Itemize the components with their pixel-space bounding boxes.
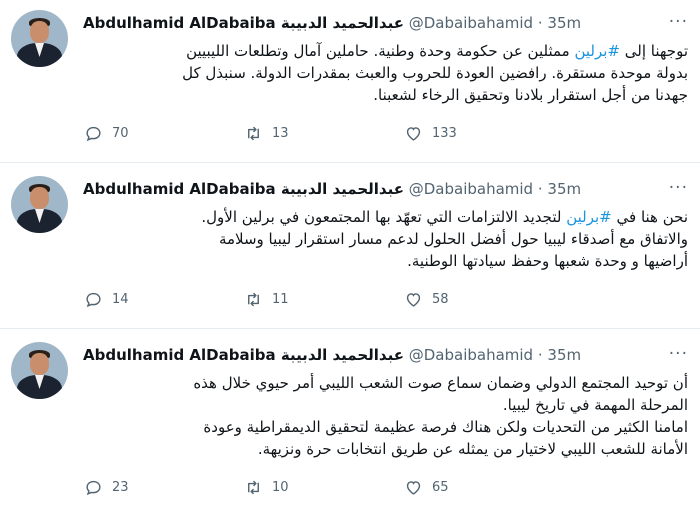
tweet[interactable]: Abdulhamid AlDabaiba عبدالحميد الدبيبة @…: [0, 0, 700, 163]
tweet-text-line: والاتفاق مع أصدقاء ليبيا حول أفضل الحلول…: [218, 230, 688, 248]
avatar[interactable]: [11, 10, 68, 67]
tweet-text-line: جهدنا من أجل استقرار بلادنا وتحقيق الرخا…: [373, 86, 688, 104]
tweet-header: Abdulhamid AlDabaiba عبدالحميد الدبيبة @…: [83, 344, 688, 366]
like-button[interactable]: 133: [404, 124, 457, 143]
reply-icon: [86, 480, 101, 496]
tweet-text-line: الأمانة للشعب الليبي لاختيار من يمثله عن…: [257, 440, 688, 458]
tweet-text: توجهنا إلى #برلين ممثلين عن حكومة وحدة و…: [84, 40, 688, 106]
like-icon: [406, 293, 421, 307]
tweet-actions: 14 11 58: [84, 290, 504, 312]
reply-icon: [86, 126, 101, 142]
tweet-text-line: المرحلة المهمة في تاريخ ليبيا.: [502, 396, 688, 414]
like-icon: [406, 127, 421, 141]
avatar[interactable]: [11, 342, 68, 399]
retweet-icon: [248, 126, 259, 141]
like-button[interactable]: 65: [404, 478, 449, 497]
tweet-header: Abdulhamid AlDabaiba عبدالحميد الدبيبة @…: [83, 178, 688, 200]
tweet[interactable]: Abdulhamid AlDabaiba عبدالحميد الدبيبة @…: [0, 332, 700, 507]
tweet[interactable]: Abdulhamid AlDabaiba عبدالحميد الدبيبة @…: [0, 166, 700, 329]
text-segment: ممثلين عن حكومة وحدة وطنية. حاملين آمال …: [186, 42, 575, 60]
tweet-text-line: بدولة موحدة مستقرة. رافضين العودة للحروب…: [182, 64, 688, 82]
text-segment: نحن هنا في: [611, 208, 689, 226]
tweet-text-line: امامنا الكثير من التحديات ولكن هناك فرصة…: [203, 418, 688, 436]
like-count: 65: [432, 480, 449, 495]
author-name[interactable]: Abdulhamid AlDabaiba عبدالحميد الدبيبة: [83, 180, 404, 198]
avatar[interactable]: [11, 176, 68, 233]
like-icon: [406, 481, 421, 495]
author-name[interactable]: Abdulhamid AlDabaiba عبدالحميد الدبيبة: [83, 14, 404, 32]
reply-count: 14: [112, 292, 129, 307]
reply-count: 23: [112, 480, 129, 495]
retweet-button[interactable]: 11: [244, 290, 289, 309]
hashtag-link[interactable]: #برلين: [574, 42, 620, 60]
tweet-text-line: أراضيها و وحدة شعبها وحفظ سيادتها الوطني…: [407, 252, 688, 270]
tweet-text-line: توجهنا إلى #برلين ممثلين عن حكومة وحدة و…: [84, 40, 688, 62]
text-segment: لتجديد الالتزامات التي تعهّد بها المجتمع…: [201, 208, 567, 226]
retweet-icon: [248, 292, 259, 307]
tweet-actions: 70 13 133: [84, 124, 504, 146]
retweet-icon: [248, 480, 259, 495]
tweet-text: نحن هنا في #برلين لتجديد الالتزامات التي…: [84, 206, 688, 272]
tweet-text-line: أن توحيد المجتمع الدولي وضمان سماع صوت ا…: [193, 374, 688, 392]
tweet-text: أن توحيد المجتمع الدولي وضمان سماع صوت ا…: [84, 372, 688, 460]
author-handle[interactable]: @Dabaibahamid: [409, 14, 533, 32]
hashtag-link[interactable]: #برلين: [566, 208, 612, 226]
reply-icon: [86, 292, 101, 308]
retweet-button[interactable]: 13: [244, 124, 289, 143]
reply-count: 70: [112, 126, 129, 141]
tweet-time[interactable]: · 35m: [538, 14, 581, 32]
more-icon[interactable]: ···: [669, 178, 688, 198]
more-icon[interactable]: ···: [669, 12, 688, 32]
reply-button[interactable]: 70: [84, 124, 129, 143]
more-icon[interactable]: ···: [669, 344, 688, 364]
author-name[interactable]: Abdulhamid AlDabaiba عبدالحميد الدبيبة: [83, 346, 404, 364]
retweet-count: 13: [272, 126, 289, 141]
tweet-header: Abdulhamid AlDabaiba عبدالحميد الدبيبة @…: [83, 12, 688, 34]
author-handle[interactable]: @Dabaibahamid: [409, 346, 533, 364]
reply-button[interactable]: 23: [84, 478, 129, 497]
text-segment: توجهنا إلى: [620, 42, 688, 60]
author-handle[interactable]: @Dabaibahamid: [409, 180, 533, 198]
retweet-count: 10: [272, 480, 289, 495]
tweet-text-line: نحن هنا في #برلين لتجديد الالتزامات التي…: [84, 206, 688, 228]
tweet-time[interactable]: · 35m: [538, 180, 581, 198]
like-button[interactable]: 58: [404, 290, 449, 309]
retweet-count: 11: [272, 292, 289, 307]
tweet-actions: 23 10 65: [84, 478, 504, 500]
reply-button[interactable]: 14: [84, 290, 129, 309]
tweet-time[interactable]: · 35m: [538, 346, 581, 364]
like-count: 58: [432, 292, 449, 307]
like-count: 133: [432, 126, 457, 141]
retweet-button[interactable]: 10: [244, 478, 289, 497]
